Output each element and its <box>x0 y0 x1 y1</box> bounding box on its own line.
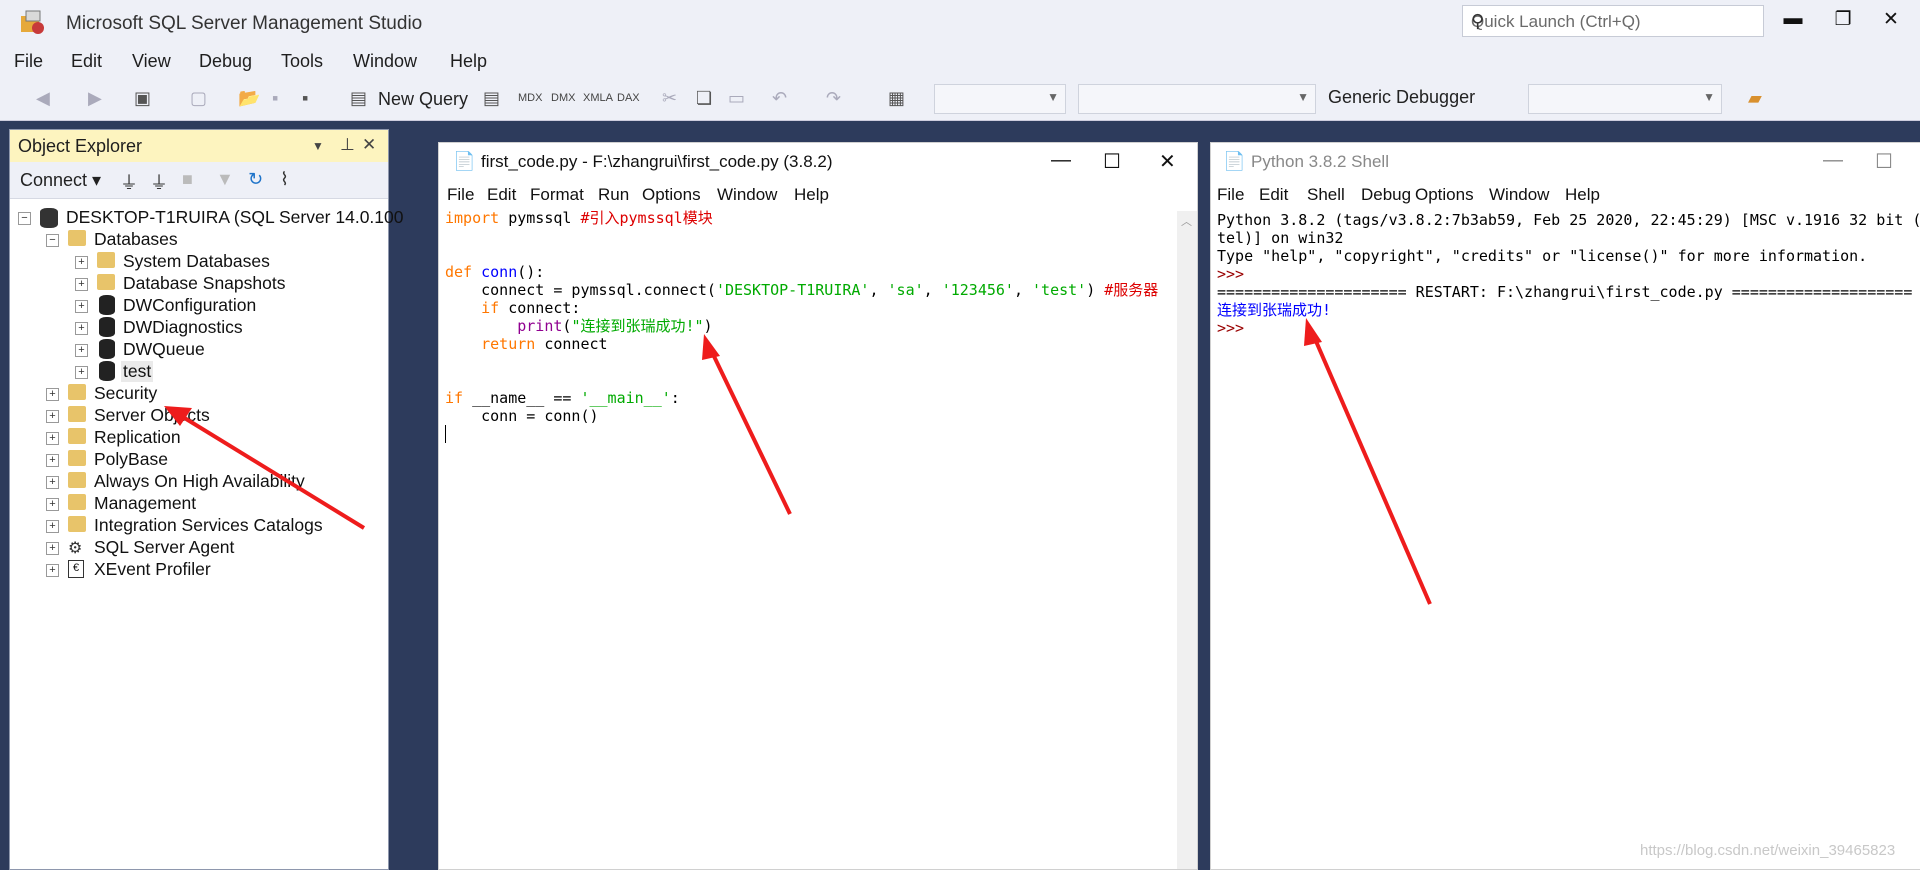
annotation-arrows <box>164 318 1432 605</box>
arrow-to-print <box>702 334 792 515</box>
arrow-to-shell-output <box>1304 318 1432 605</box>
arrow-to-test-db <box>164 406 366 530</box>
